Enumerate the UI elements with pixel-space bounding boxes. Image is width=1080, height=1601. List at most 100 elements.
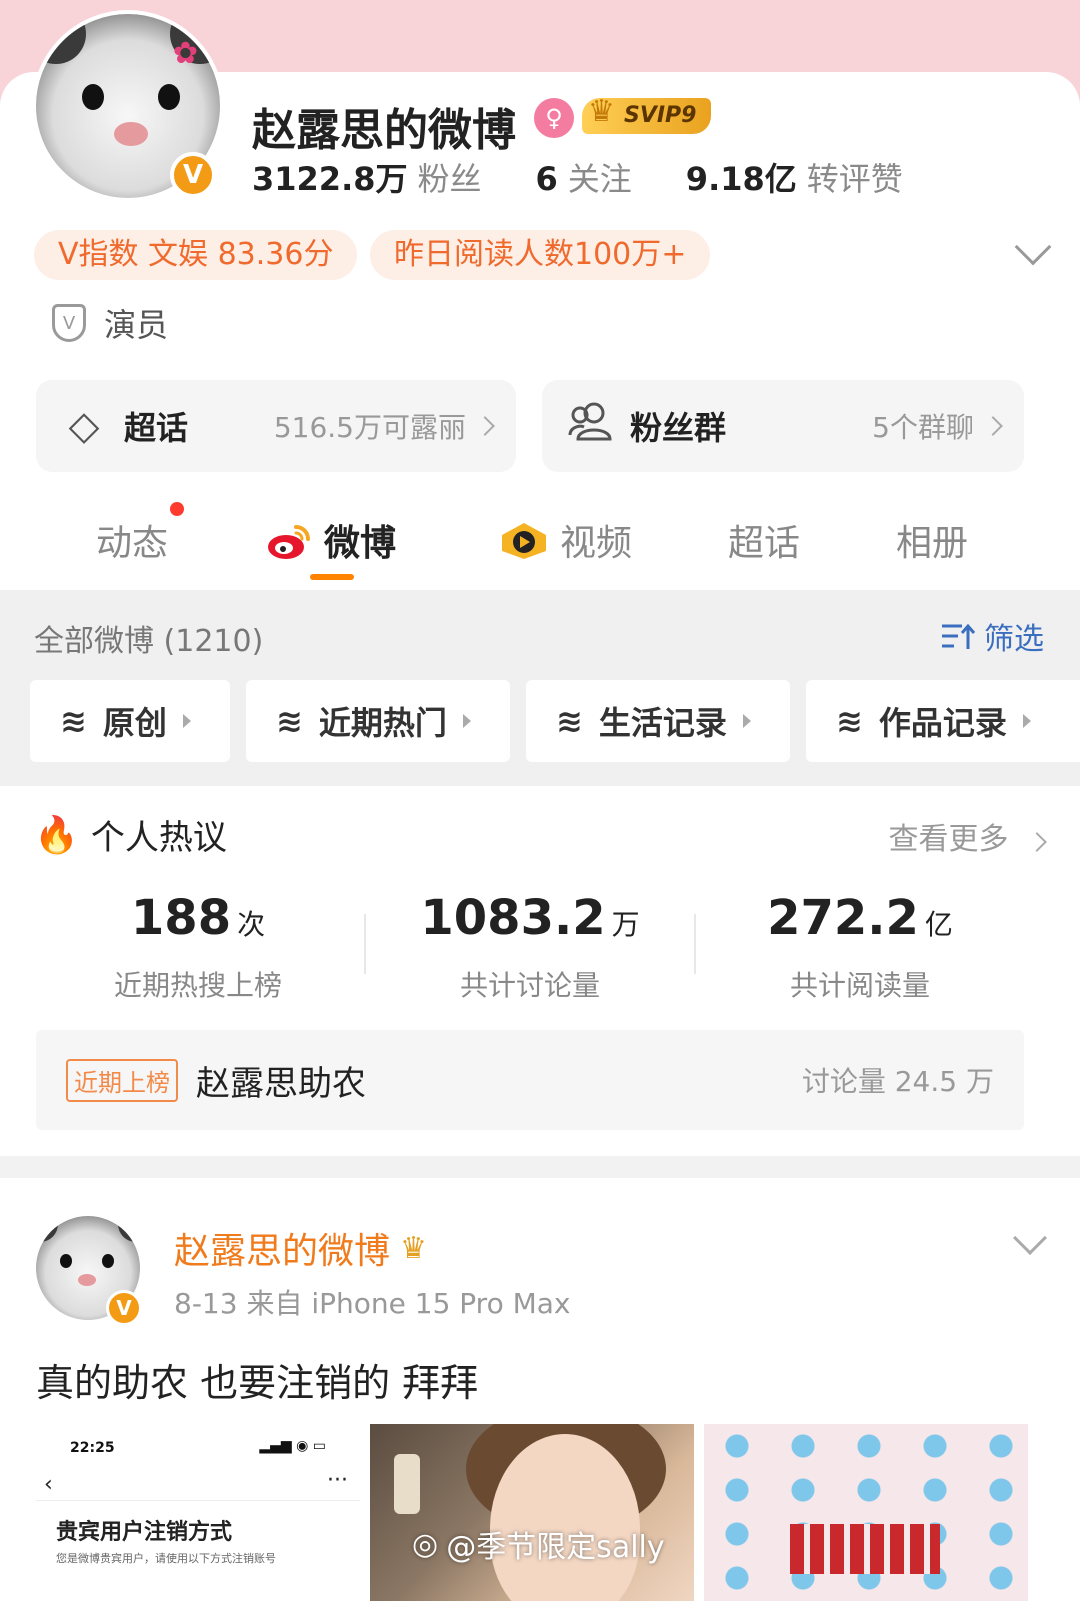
all-weibo-count: 全部微博 (1210): [34, 624, 264, 659]
tab-label: 动态: [96, 523, 169, 564]
post-image-1[interactable]: 22:25 ▂▄▆ ◉ ▭ ‹ ··· 贵宾用户注销方式 您是微博贵宾用户，请使…: [36, 1424, 360, 1601]
fan-group-entry[interactable]: 粉丝群 5个群聊: [542, 380, 1024, 472]
chip-label: 近期热门: [318, 704, 447, 742]
hot-stat-unit: 亿: [924, 908, 953, 941]
filter-button[interactable]: 筛选: [940, 614, 1044, 658]
see-more-link[interactable]: 查看更多: [888, 814, 1047, 858]
role-row: V 演员: [52, 300, 168, 346]
hot-stat-label: 近期热搜上榜: [113, 969, 282, 1002]
hot-stat-label: 共计讨论量: [459, 969, 600, 1002]
back-icon: ‹: [44, 1472, 53, 1497]
follow-stat[interactable]: 6 关注: [536, 154, 632, 200]
hot-stat-reads[interactable]: 272.2 亿 共计阅读量: [710, 890, 1010, 1004]
divider: [694, 914, 696, 974]
chip-label: 作品记录: [878, 704, 1007, 742]
tab-label: 超话: [728, 523, 801, 564]
post-author[interactable]: 赵露思的微博 ♛: [174, 1222, 427, 1274]
shield-icon: V: [52, 304, 86, 342]
avatar-eye: [102, 1254, 114, 1268]
lamp-shape: [394, 1454, 420, 1514]
trend-title: 赵露思助农: [196, 1063, 366, 1104]
v-index-pill[interactable]: V指数 文娱 83.36分: [34, 230, 358, 280]
weibo-post: V 赵露思的微博 ♛ 8-13 来自 iPhone 15 Pro Max 真的助…: [0, 1178, 1080, 1601]
female-icon: ♀: [534, 98, 574, 138]
hot-stat-unit: 万: [611, 908, 640, 941]
supertopic-value: 516.5万可露丽: [273, 411, 466, 444]
caret-right-icon: [1022, 714, 1031, 728]
chip-life[interactable]: ≋ 生活记录: [526, 680, 790, 762]
divider: [36, 1500, 360, 1501]
role-label: 演员: [104, 306, 169, 344]
hot-stat-unit: 次: [237, 908, 266, 941]
tab-weibo[interactable]: 微博: [266, 514, 396, 566]
image-graphic: [790, 1524, 940, 1574]
post-meta: 8-13 来自 iPhone 15 Pro Max: [174, 1287, 571, 1320]
tab-dynamic[interactable]: 动态: [96, 514, 168, 566]
chip-label: 原创: [102, 704, 167, 742]
watermark-text: @季节限定sally: [446, 1530, 665, 1565]
tab-video[interactable]: 视频: [498, 514, 632, 566]
weibo-watermark-icon: ◎: [412, 1526, 439, 1562]
supertopic-entry[interactable]: ◇ 超话 516.5万可露丽: [36, 380, 516, 472]
expand-chevron-icon[interactable]: [1014, 228, 1052, 266]
trend-count: 讨论量 24.5 万: [801, 1065, 994, 1098]
chevron-right-icon: [475, 416, 495, 436]
hot-stat-label: 共计阅读量: [789, 969, 930, 1002]
tab-label: 视频: [560, 523, 633, 564]
trend-tag-badge: 近期上榜: [66, 1058, 178, 1102]
post-image-3[interactable]: [704, 1424, 1028, 1601]
caret-right-icon: [742, 714, 751, 728]
follow-label: 关注: [567, 160, 632, 198]
filter-icon: [942, 623, 976, 649]
avatar-nose: [78, 1274, 96, 1286]
screenshot-subtitle: 您是微博贵宾用户，请使用以下方式注销账号: [56, 1552, 276, 1565]
filter-bar: 全部微博 (1210) 筛选 ≋ 原创 ≋ 近期热门 ≋ 生活记录 ≋ 作品记录: [0, 590, 1080, 786]
video-icon: [502, 523, 546, 559]
likes-count: 9.18亿: [685, 160, 797, 198]
verified-badge-icon: V: [170, 152, 216, 198]
post-image-2[interactable]: [370, 1424, 694, 1601]
avatar-eye: [60, 1254, 72, 1268]
readers-pill[interactable]: 昨日阅读人数100万+: [370, 230, 711, 280]
avatar-ear: [36, 1216, 58, 1242]
chevron-right-icon: [1027, 832, 1047, 852]
svip-badge[interactable]: ♛ SVIP9: [582, 94, 711, 134]
post-menu-chevron-icon[interactable]: [1013, 1221, 1047, 1255]
crown-icon: ♛: [400, 1230, 427, 1266]
divider: [364, 914, 366, 974]
avatar-ear: [118, 1216, 140, 1242]
follow-count: 6: [535, 160, 558, 198]
tab-album[interactable]: 相册: [896, 514, 968, 566]
chip-works[interactable]: ≋ 作品记录: [806, 680, 1080, 762]
bow-icon: ✿: [172, 36, 198, 71]
hot-stat-discussion[interactable]: 1083.2 万 共计讨论量: [380, 890, 680, 1004]
chip-recent-hot[interactable]: ≋ 近期热门: [246, 680, 510, 762]
trend-item[interactable]: 近期上榜 赵露思助农 讨论量 24.5 万: [36, 1030, 1024, 1130]
flame-icon: 🔥: [34, 814, 79, 856]
group-icon: [566, 401, 614, 451]
layers-icon: ≋: [556, 702, 583, 740]
hot-discussion-section: 🔥 个人热议 查看更多 188 次 近期热搜上榜 1083.2 万 共计讨论量 27…: [0, 786, 1080, 1156]
chip-original[interactable]: ≋ 原创: [30, 680, 230, 762]
screenshot-title: 贵宾用户注销方式: [56, 1520, 233, 1545]
verified-badge-icon: V: [106, 1290, 142, 1326]
filter-label: 筛选: [984, 622, 1044, 657]
avatar-nose: [114, 122, 148, 146]
likes-label: 转评赞: [806, 160, 903, 198]
tab-supertopic[interactable]: 超话: [728, 514, 800, 566]
likes-stat[interactable]: 9.18亿 转评赞: [686, 154, 903, 200]
svip-label: SVIP9: [624, 103, 697, 128]
profile-name: 赵露思的微博: [252, 105, 516, 156]
hot-stat-trending[interactable]: 188 次 近期热搜上榜: [48, 890, 348, 1004]
weibo-logo-icon: [268, 525, 310, 559]
avatar-ear: [36, 14, 86, 64]
chip-label: 生活记录: [598, 704, 727, 742]
tab-label: 微博: [324, 523, 397, 564]
active-tab-indicator: [310, 574, 354, 580]
phone-time: 22:25: [70, 1440, 115, 1456]
see-more-label: 查看更多: [888, 822, 1009, 857]
avatar-eye: [158, 84, 180, 110]
caret-right-icon: [182, 714, 191, 728]
profile-stats: 3122.8万 粉丝 6 关注 9.18亿 转评赞: [252, 154, 903, 200]
fans-stat[interactable]: 3122.8万 粉丝: [252, 154, 482, 200]
